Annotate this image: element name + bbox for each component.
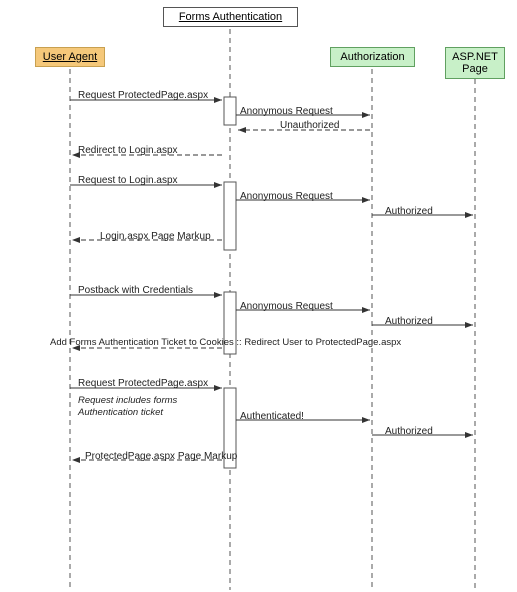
msg-authorized-2: Authorized xyxy=(385,316,433,327)
msg-request-protected-1: Request ProtectedPage.aspx xyxy=(78,90,208,101)
actor-authorization: Authorization xyxy=(330,47,415,67)
sequence-diagram: Forms Authentication User Agent Authoriz… xyxy=(0,0,517,592)
actor-aspnet-label: ASP.NETPage xyxy=(452,51,498,75)
msg-anon-req-3: Anonymous Request xyxy=(240,301,333,312)
msg-postback: Postback with Credentials xyxy=(78,285,193,296)
msg-authorized-3: Authorized xyxy=(385,426,433,437)
title-box: Forms Authentication xyxy=(163,7,298,27)
msg-request-protected-2: Request ProtectedPage.aspx xyxy=(78,378,208,389)
actor-authorization-label: Authorization xyxy=(340,51,404,63)
msg-protected-markup: ProtectedPage.aspx Page Markup xyxy=(85,451,237,462)
msg-login-markup: Login.aspx Page Markup xyxy=(100,231,211,242)
msg-authorized-1: Authorized xyxy=(385,206,433,217)
actor-aspnet-page: ASP.NETPage xyxy=(445,47,505,79)
msg-anon-req-1: Anonymous Request xyxy=(240,106,333,117)
msg-anon-req-2: Anonymous Request xyxy=(240,191,333,202)
actor-user-agent-label: User Agent xyxy=(43,51,97,63)
msg-auth-ticket-note: Request includes formsAuthentication tic… xyxy=(78,395,177,420)
title-label: Forms Authentication xyxy=(179,11,282,23)
msg-redirect-login: Redirect to Login.aspx xyxy=(78,145,178,156)
msg-add-ticket: Add Forms Authentication Ticket to Cooki… xyxy=(50,337,401,348)
msg-authenticated: Authenticated! xyxy=(240,411,304,422)
actor-user-agent: User Agent xyxy=(35,47,105,67)
msg-request-login: Request to Login.aspx xyxy=(78,175,178,186)
diagram-svg xyxy=(0,0,517,592)
msg-unauthorized: Unauthorized xyxy=(280,120,339,131)
